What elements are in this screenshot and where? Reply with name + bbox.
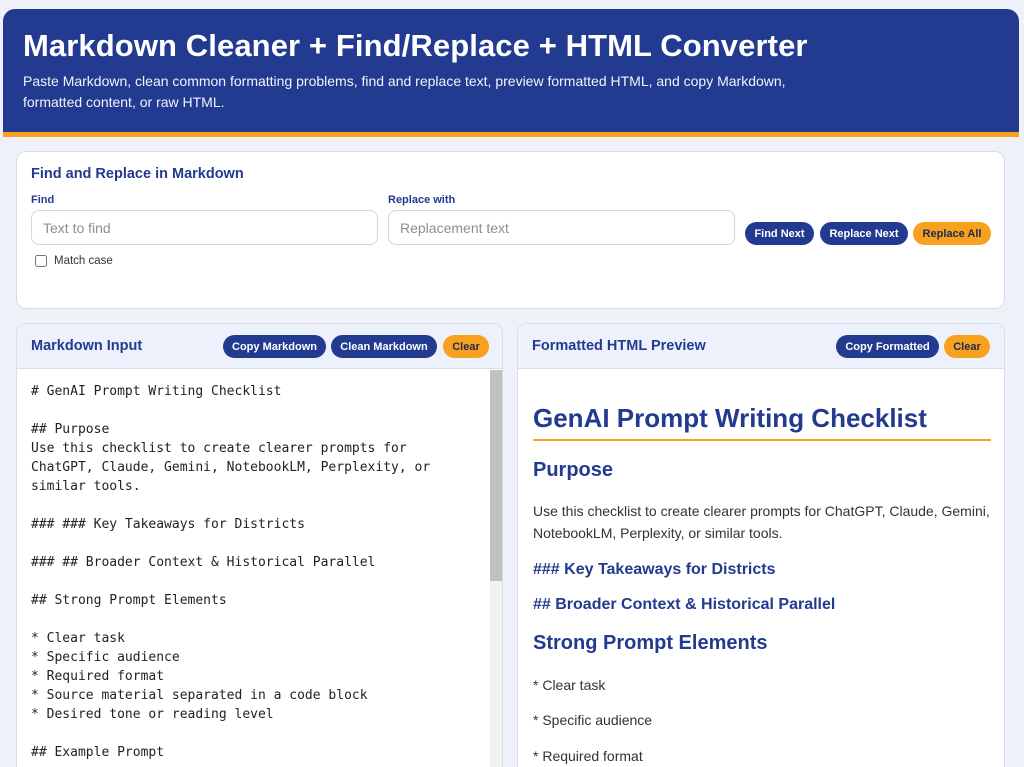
clear-markdown-button[interactable]: Clear bbox=[443, 335, 489, 358]
preview-list-item: * Required format bbox=[533, 748, 643, 764]
copy-formatted-button[interactable]: Copy Formatted bbox=[836, 335, 939, 358]
markdown-editor[interactable]: # GenAI Prompt Writing Checklist ## Purp… bbox=[17, 370, 490, 767]
replace-all-button[interactable]: Replace All bbox=[913, 222, 991, 245]
preview-panel-title: Formatted HTML Preview bbox=[532, 338, 706, 354]
replace-next-button[interactable]: Replace Next bbox=[820, 222, 908, 245]
html-preview-panel: Formatted HTML Preview Copy Formatted Cl… bbox=[517, 323, 1005, 767]
markdown-panel-header: Markdown Input Copy Markdown Clean Markd… bbox=[17, 324, 502, 369]
match-case-option[interactable]: Match case bbox=[35, 255, 113, 267]
find-replace-card: Find and Replace in Markdown Find Replac… bbox=[16, 151, 1005, 309]
clear-preview-button[interactable]: Clear bbox=[944, 335, 990, 358]
find-input[interactable] bbox=[31, 210, 378, 245]
match-case-label: Match case bbox=[54, 255, 113, 267]
copy-markdown-button[interactable]: Copy Markdown bbox=[223, 335, 326, 358]
preview-list-item: * Specific audience bbox=[533, 712, 653, 728]
match-case-checkbox[interactable] bbox=[35, 255, 47, 267]
preview-heading-elements: Strong Prompt Elements bbox=[533, 632, 768, 654]
find-replace-title: Find and Replace in Markdown bbox=[31, 166, 244, 182]
preview-content: GenAI Prompt Writing Checklist Purpose U… bbox=[533, 370, 991, 767]
find-next-button[interactable]: Find Next bbox=[745, 222, 814, 245]
clean-markdown-button[interactable]: Clean Markdown bbox=[331, 335, 437, 358]
page-title: Markdown Cleaner + Find/Replace + HTML C… bbox=[23, 28, 808, 63]
preview-heading-purpose: Purpose bbox=[533, 459, 614, 481]
preview-panel-header: Formatted HTML Preview Copy Formatted Cl… bbox=[518, 324, 1004, 369]
preview-list-item: * Clear task bbox=[533, 677, 606, 693]
markdown-input-panel: Markdown Input Copy Markdown Clean Markd… bbox=[16, 323, 503, 767]
app-header: Markdown Cleaner + Find/Replace + HTML C… bbox=[3, 9, 1019, 137]
markdown-panel-title: Markdown Input bbox=[31, 338, 143, 354]
preview-heading-1: GenAI Prompt Writing Checklist bbox=[533, 401, 991, 441]
replace-input[interactable] bbox=[388, 210, 735, 245]
preview-paragraph: Use this checklist to create clearer pro… bbox=[533, 503, 990, 541]
preview-heading-context: ## Broader Context & Historical Parallel bbox=[533, 596, 836, 613]
editor-scrollbar-thumb[interactable] bbox=[490, 370, 502, 581]
page-description: Paste Markdown, clean common formatting … bbox=[23, 73, 786, 110]
find-label: Find bbox=[31, 194, 55, 206]
preview-heading-takeaways: ### Key Takeaways for Districts bbox=[533, 561, 776, 578]
replace-label: Replace with bbox=[388, 194, 456, 206]
